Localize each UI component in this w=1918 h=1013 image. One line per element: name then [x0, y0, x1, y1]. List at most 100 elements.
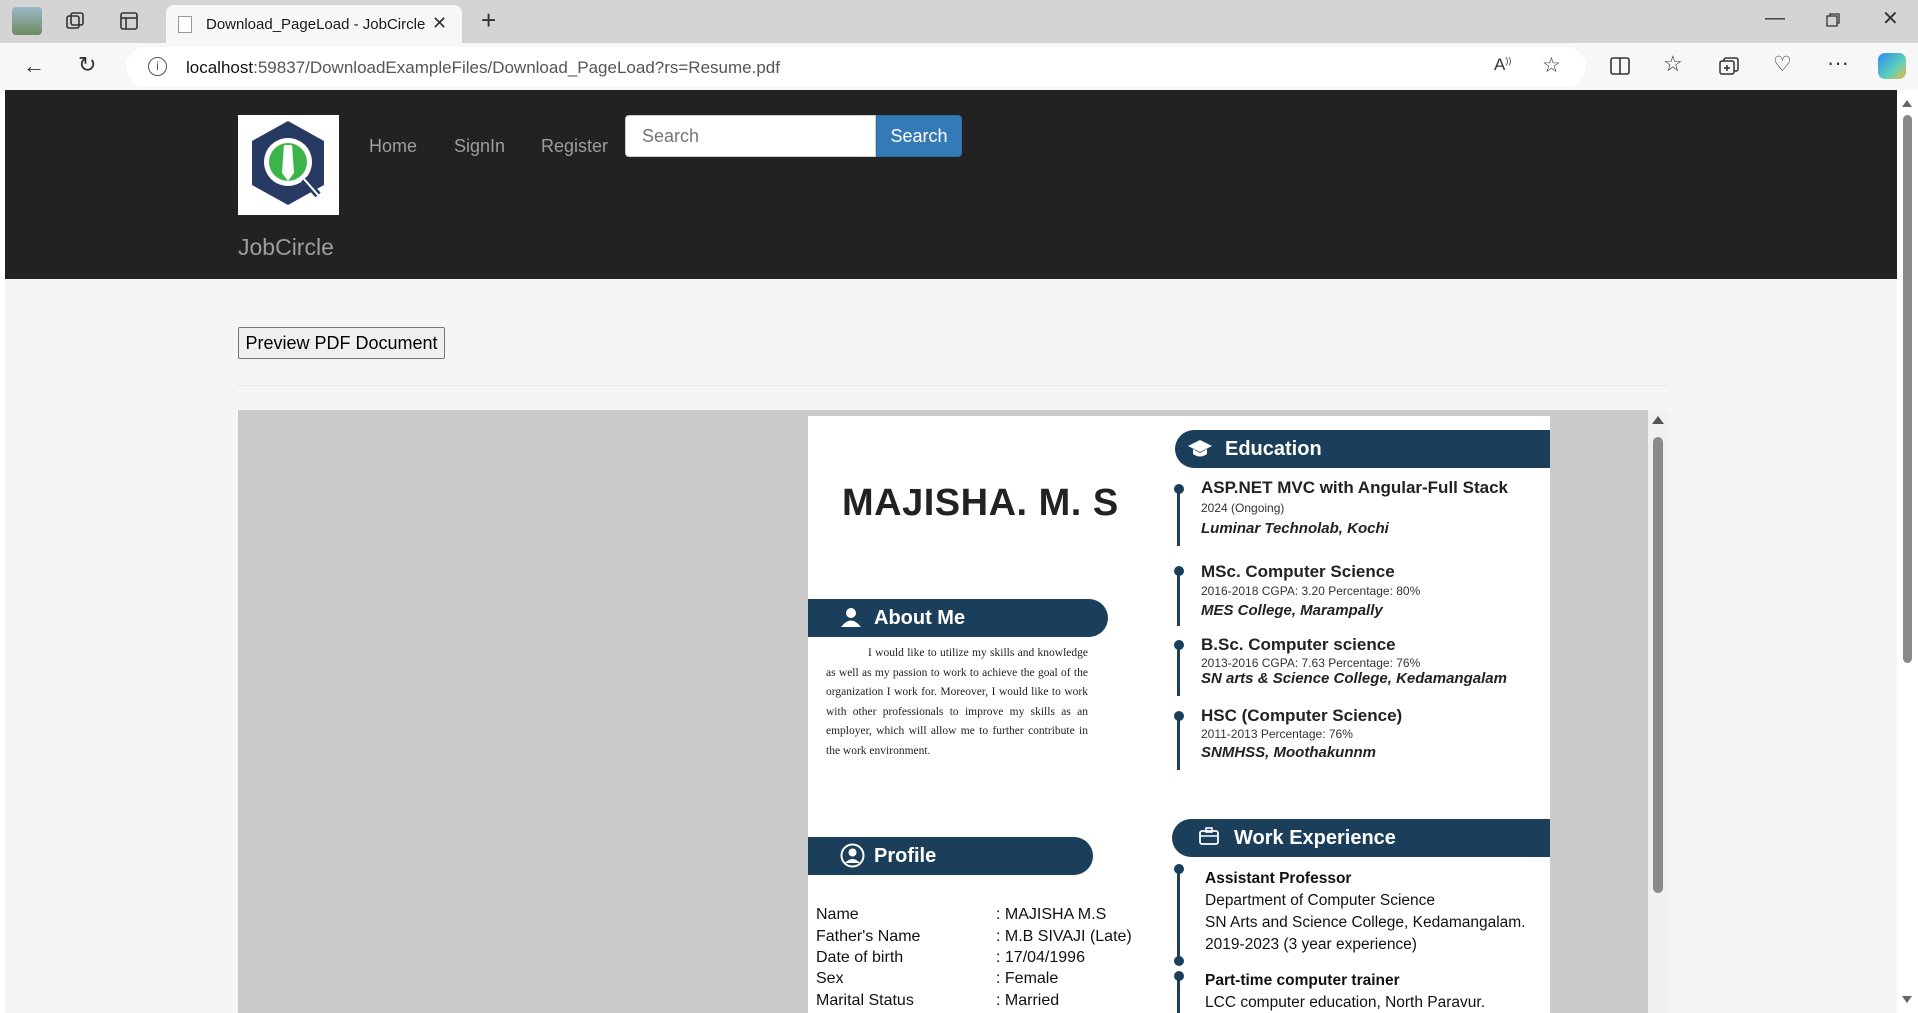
education-institute: SNMHSS, Moothakunnm — [1201, 744, 1376, 761]
favorite-star-icon[interactable]: ☆ — [1542, 55, 1561, 76]
education-entry: ASP.NET MVC with Angular-Full Stack 2024… — [1201, 478, 1508, 537]
site-navbar: Home SignIn Register Search JobCircle — [5, 90, 1897, 279]
browser-tab-bar: Download_PageLoad - JobCircle ✕ + — ✕ — [0, 0, 1918, 43]
vertical-tabs-icon[interactable] — [118, 10, 140, 36]
active-tab[interactable]: Download_PageLoad - JobCircle ✕ — [166, 5, 462, 43]
page-favicon-icon — [178, 16, 192, 33]
preview-pdf-button[interactable]: Preview PDF Document — [238, 327, 445, 359]
education-detail: 2011-2013 Percentage: 76% — [1201, 727, 1353, 741]
tab-title: Download_PageLoad - JobCircle — [206, 16, 426, 33]
scroll-up-arrow-icon[interactable] — [1902, 100, 1912, 107]
scroll-down-arrow-icon[interactable] — [1902, 996, 1912, 1003]
profile-circle-icon — [840, 843, 865, 874]
close-window-icon[interactable]: ✕ — [1882, 9, 1899, 29]
nav-signin-link[interactable]: SignIn — [454, 136, 505, 157]
url-host: localhost — [186, 58, 254, 77]
profile-avatar-icon[interactable] — [12, 7, 42, 35]
jobcircle-logo[interactable] — [238, 115, 339, 215]
web-page: Home SignIn Register Search JobCircle Pr… — [5, 90, 1897, 1013]
profile-value: : M.B SIVAJI (Late) — [996, 928, 1132, 945]
scroll-thumb[interactable] — [1653, 437, 1663, 893]
site-info-icon[interactable]: i — [148, 57, 167, 76]
refresh-icon[interactable]: ↻ — [78, 54, 96, 76]
pdf-viewer-scrollbar[interactable] — [1648, 410, 1668, 1013]
profile-label: Date of birth — [816, 949, 904, 966]
work-period: 2019-2023 (3 year experience) — [1205, 936, 1417, 953]
timeline-dot — [1174, 956, 1184, 966]
education-detail: 2016-2018 CGPA: 3.20 Percentage: 80% — [1201, 584, 1421, 598]
favorites-icon[interactable]: ☆ — [1663, 53, 1683, 75]
profile-row: Sex : Female — [816, 970, 1058, 988]
more-options-icon[interactable]: ··· — [1827, 52, 1849, 74]
about-me-title: About Me — [874, 607, 966, 629]
close-tab-icon[interactable]: ✕ — [432, 14, 447, 32]
nav-home-link[interactable]: Home — [369, 136, 417, 157]
education-detail: 2013-2016 CGPA: 7.63 Percentage: 76% — [1201, 656, 1421, 670]
education-detail: 2024 (Ongoing) — [1201, 501, 1285, 515]
profile-row: Date of birth : 17/04/1996 — [816, 949, 1085, 967]
timeline-line — [1177, 571, 1180, 626]
education-title: Education — [1225, 438, 1322, 460]
profile-row: Father's Name: M.B SIVAJI (Late) — [816, 928, 1132, 946]
back-icon[interactable]: ← — [23, 55, 45, 77]
briefcase-icon — [1198, 826, 1220, 852]
profile-header: Profile — [808, 837, 1093, 875]
profile-value: : Married — [996, 992, 1060, 1009]
education-degree: HSC (Computer Science) — [1201, 706, 1403, 725]
search-button[interactable]: Search — [876, 115, 962, 157]
profile-row: Name: MAJISHA M.S — [816, 906, 1106, 924]
work-role: Part-time computer trainer — [1205, 972, 1400, 989]
restore-icon[interactable] — [1825, 12, 1841, 32]
scroll-thumb[interactable] — [1903, 115, 1912, 663]
url-path: :59837/DownloadExampleFiles/Download_Pag… — [253, 58, 780, 77]
education-entry: MSc. Computer Science 2016-2018 CGPA: 3.… — [1201, 562, 1420, 619]
profile-label: Marital Status — [816, 992, 914, 1009]
pdf-viewer[interactable]: MAJISHA. M. S About Me I would like to u… — [238, 410, 1668, 1013]
workspaces-icon[interactable] — [64, 10, 86, 36]
timeline-line — [1177, 715, 1180, 770]
brand-name[interactable]: JobCircle — [238, 234, 334, 261]
new-tab-icon[interactable]: + — [481, 7, 496, 33]
pdf-page: MAJISHA. M. S About Me I would like to u… — [808, 416, 1550, 1013]
browser-essentials-icon[interactable]: ♡ — [1773, 54, 1792, 75]
copilot-icon[interactable] — [1878, 53, 1906, 79]
work-place: SN Arts and Science College, Kedamangala… — [1205, 914, 1526, 931]
work-entry: Assistant Professor Department of Comput… — [1205, 868, 1526, 956]
profile-row: Marital Status : Married — [816, 992, 1059, 1010]
nav-register-link[interactable]: Register — [541, 136, 608, 157]
url-text: localhost:59837/DownloadExampleFiles/Dow… — [186, 58, 780, 78]
profile-title: Profile — [874, 845, 937, 867]
graduation-cap-icon — [1187, 438, 1213, 466]
scroll-up-arrow-icon[interactable] — [1652, 416, 1664, 424]
education-institute: Luminar Technolab, Kochi — [1201, 520, 1389, 537]
about-me-text: I would like to utilize my skills and kn… — [826, 647, 1088, 757]
education-header: Education — [1175, 430, 1550, 468]
page-scrollbar[interactable] — [1897, 90, 1918, 1013]
work-experience-title: Work Experience — [1234, 827, 1396, 849]
education-degree: B.Sc. Computer science — [1201, 635, 1396, 654]
read-aloud-icon[interactable]: A)) — [1494, 56, 1511, 73]
minimize-icon[interactable]: — — [1765, 8, 1785, 28]
timeline-line — [1177, 488, 1180, 546]
collections-icon[interactable] — [1718, 56, 1740, 80]
work-role: Assistant Professor — [1205, 870, 1352, 887]
profile-label: Name — [816, 906, 859, 923]
profile-value: : Female — [996, 970, 1059, 987]
url-field[interactable]: i localhost:59837/DownloadExampleFiles/D… — [126, 47, 1586, 87]
education-institute: SN arts & Science College, Kedamangalam — [1201, 670, 1507, 687]
profile-value: : 17/04/1996 — [996, 949, 1085, 966]
about-me-header: About Me — [808, 599, 1108, 637]
search-input[interactable] — [625, 115, 876, 157]
timeline-line — [1177, 975, 1180, 1013]
work-experience-header: Work Experience — [1172, 819, 1550, 857]
timeline-line — [1177, 868, 1180, 960]
split-screen-icon[interactable] — [1609, 56, 1631, 80]
work-department: Department of Computer Science — [1205, 892, 1436, 909]
person-icon — [840, 607, 862, 633]
resume-name: MAJISHA. M. S — [842, 482, 1119, 524]
timeline-line — [1177, 644, 1180, 696]
education-degree: MSc. Computer Science — [1201, 562, 1395, 581]
address-bar-row: ← ↻ i localhost:59837/DownloadExampleFil… — [0, 43, 1918, 90]
education-entry: HSC (Computer Science) 2011-2013 Percent… — [1201, 706, 1402, 761]
profile-label: Sex — [816, 970, 844, 987]
